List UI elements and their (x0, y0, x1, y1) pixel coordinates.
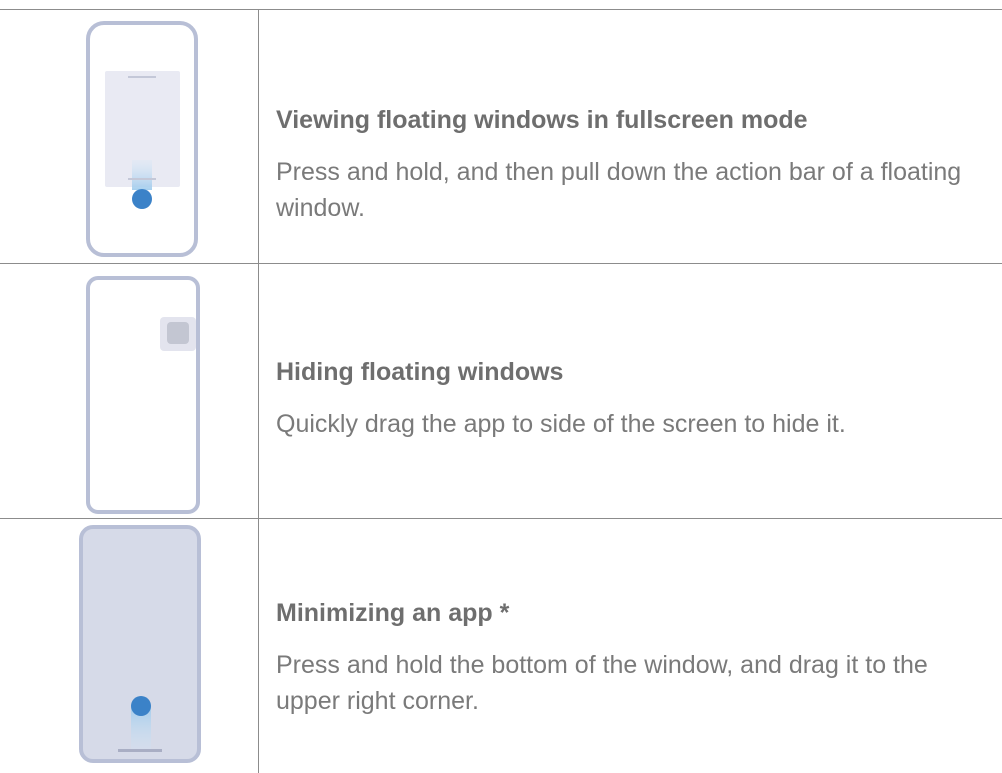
row-title: Minimizing an app * (276, 599, 510, 627)
table-row: Minimizing an app * Press and hold the b… (0, 519, 1002, 773)
row-description: Press and hold, and then pull down the a… (276, 158, 976, 222)
table-row: Hiding floating windows Quickly drag the… (0, 264, 1002, 518)
phone-hide-window-icon (0, 264, 258, 518)
row-text: Minimizing an app * Press and hold the b… (276, 597, 988, 719)
row-title: Hiding floating windows (276, 358, 564, 386)
row-description: Quickly drag the app to side of the scre… (276, 410, 846, 438)
row-title: Viewing floating windows in fullscreen m… (276, 106, 808, 134)
row-text: Viewing floating windows in fullscreen m… (276, 104, 988, 226)
row-description: Press and hold the bottom of the window,… (276, 651, 935, 715)
gesture-table: Viewing floating windows in fullscreen m… (0, 0, 1002, 773)
phone-fullscreen-gesture-icon (0, 10, 258, 263)
phone-minimize-gesture-icon (0, 519, 258, 773)
row-text: Hiding floating windows Quickly drag the… (276, 356, 988, 442)
table-row: Viewing floating windows in fullscreen m… (0, 10, 1002, 263)
